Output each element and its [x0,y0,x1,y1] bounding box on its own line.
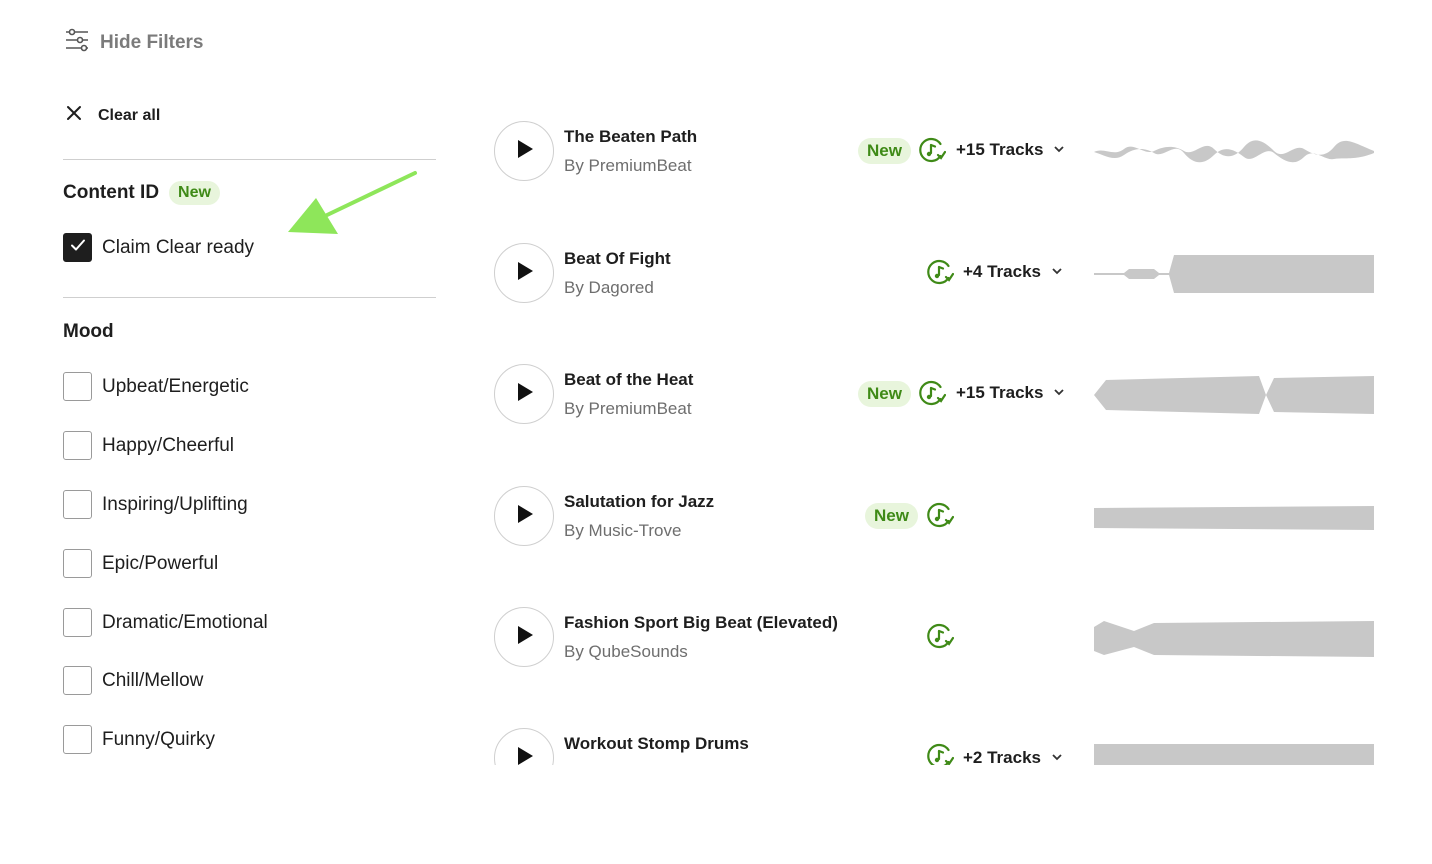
chevron-down-icon [1053,383,1065,403]
claim-clear-icon [918,379,947,407]
track-artist[interactable]: By PremiumBeat [564,156,692,176]
chevron-down-icon [1051,748,1063,765]
waveform[interactable] [1094,129,1374,175]
waveform[interactable] [1094,372,1374,418]
track-title[interactable]: Salutation for Jazz [564,492,714,512]
track-artist[interactable]: By PremiumBeat [564,399,692,419]
more-tracks-dropdown[interactable]: +15 Tracks [956,383,1065,403]
track-artist[interactable]: By Dagored [564,278,654,298]
track-title[interactable]: The Beaten Path [564,127,697,147]
play-button[interactable] [494,121,554,181]
track-row: Fashion Sport Big Beat (Elevated) By Qub… [494,607,1374,669]
new-badge: New [858,138,911,164]
track-row: Salutation for Jazz By Music-Trove New [494,486,1374,548]
play-icon [513,381,535,408]
play-button[interactable] [494,486,554,546]
more-tracks-dropdown[interactable]: +15 Tracks [956,140,1065,160]
track-title[interactable]: Beat of the Heat [564,370,693,390]
track-row: Workout Stomp Drums +2 Tracks [494,728,1374,765]
track-list: The Beaten Path By PremiumBeat New +15 T… [0,0,1432,765]
play-button[interactable] [494,364,554,424]
play-icon [513,260,535,287]
new-badge: New [858,381,911,407]
more-tracks-label: +2 Tracks [963,748,1041,765]
more-tracks-dropdown[interactable]: +4 Tracks [963,262,1063,282]
more-tracks-dropdown[interactable]: +2 Tracks [963,748,1063,765]
play-icon [513,503,535,530]
more-tracks-label: +4 Tracks [963,262,1041,281]
claim-clear-icon [926,501,955,529]
waveform[interactable] [1094,251,1374,297]
more-tracks-label: +15 Tracks [956,383,1044,402]
chevron-down-icon [1051,262,1063,282]
track-artist[interactable]: By QubeSounds [564,642,688,662]
play-icon [513,138,535,165]
track-title[interactable]: Beat Of Fight [564,249,671,269]
play-icon [513,624,535,651]
chevron-down-icon [1053,140,1065,160]
new-badge: New [865,503,918,529]
track-row: Beat of the Heat By PremiumBeat New +15 … [494,364,1374,426]
track-title[interactable]: Fashion Sport Big Beat (Elevated) [564,613,838,633]
play-icon [513,745,535,766]
track-row: Beat Of Fight By Dagored +4 Tracks [494,243,1374,305]
waveform[interactable] [1094,615,1374,661]
play-button[interactable] [494,607,554,667]
claim-clear-icon [918,136,947,164]
waveform[interactable] [1094,494,1374,540]
more-tracks-label: +15 Tracks [956,140,1044,159]
track-row: The Beaten Path By PremiumBeat New +15 T… [494,121,1374,183]
track-title[interactable]: Workout Stomp Drums [564,734,749,754]
track-artist[interactable]: By Music-Trove [564,521,681,541]
waveform[interactable] [1094,736,1374,765]
claim-clear-icon [926,258,955,286]
play-button[interactable] [494,243,554,303]
claim-clear-icon [926,622,955,650]
play-button[interactable] [494,728,554,765]
claim-clear-icon [926,742,955,765]
